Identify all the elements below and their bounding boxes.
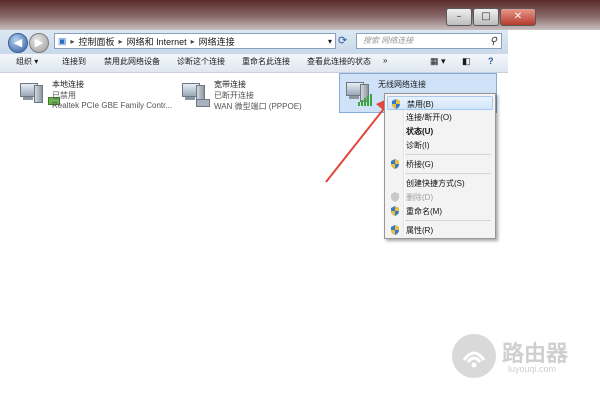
search-placeholder: 搜索 网络连接 bbox=[363, 36, 414, 45]
menu-item-label: 诊断(I) bbox=[406, 141, 430, 150]
connection-name: 本地连接 bbox=[52, 80, 84, 89]
connection-device: Realtek PCIe GBE Family Contr... bbox=[52, 101, 173, 110]
address-bar-area: ◀ ▶ ▣ ▸ 控制面板 ▸ 网络和 Internet ▸ 网络连接 ▾ ⟳ 搜… bbox=[0, 30, 508, 54]
breadcrumb-separator-icon: ▸ bbox=[190, 36, 195, 46]
router-logo-icon bbox=[452, 334, 496, 378]
menu-item-disable[interactable]: 禁用(B) bbox=[387, 96, 493, 110]
menu-item-label: 状态(U) bbox=[406, 127, 434, 136]
connection-device: WAN 微型端口 (PPPOE) bbox=[214, 102, 302, 111]
connection-name: 宽带连接 bbox=[214, 80, 246, 89]
connection-name: 无线网络连接 bbox=[378, 80, 426, 89]
menu-item-connect-disconnect[interactable]: 连接/断开(O) bbox=[387, 110, 493, 124]
menu-item-label: 删除(D) bbox=[406, 193, 434, 202]
connection-item-local[interactable]: 本地连接 已禁用 Realtek PCIe GBE Family Contr..… bbox=[18, 79, 178, 119]
connection-status: 已禁用 bbox=[52, 91, 76, 100]
menu-item-label: 属性(R) bbox=[406, 226, 434, 235]
toolbar-disable-device[interactable]: 禁用此网络设备 bbox=[104, 56, 160, 67]
menu-item-label: 禁用(B) bbox=[407, 100, 434, 109]
uac-shield-icon bbox=[391, 225, 399, 235]
close-button[interactable]: ✕ bbox=[500, 8, 536, 26]
breadcrumb-separator-icon: ▸ bbox=[118, 36, 123, 46]
back-button[interactable]: ◀ bbox=[8, 33, 28, 53]
menu-item-properties[interactable]: 属性(R) bbox=[387, 223, 493, 237]
menu-separator bbox=[405, 220, 491, 221]
uac-shield-icon bbox=[391, 206, 399, 216]
context-menu: 禁用(B) 连接/断开(O) 状态(U) 诊断(I) 桥接(G) 创建快捷方式(… bbox=[384, 93, 496, 239]
connection-status: 已断开连接 bbox=[214, 91, 254, 100]
view-options-icon[interactable]: ▦ ▾ bbox=[430, 56, 446, 67]
menu-item-create-shortcut[interactable]: 创建快捷方式(S) bbox=[387, 176, 493, 190]
breadcrumb-separator-icon: ▸ bbox=[70, 36, 75, 46]
toolbar-rename[interactable]: 重命名此连接 bbox=[242, 56, 290, 67]
computer-icon bbox=[18, 81, 44, 105]
control-panel-icon: ▣ bbox=[58, 35, 67, 46]
watermark: 路由器 luyouqi.com bbox=[452, 330, 592, 382]
menu-separator bbox=[405, 173, 491, 174]
breadcrumb-control-panel[interactable]: 控制面板 bbox=[79, 35, 115, 48]
toolbar-more[interactable]: » bbox=[383, 56, 387, 65]
modem-icon bbox=[196, 99, 210, 107]
menu-item-label: 创建快捷方式(S) bbox=[406, 179, 465, 188]
address-input[interactable]: ▣ ▸ 控制面板 ▸ 网络和 Internet ▸ 网络连接 ▾ bbox=[54, 33, 336, 49]
uac-shield-icon bbox=[391, 192, 399, 202]
window-controls: – □ ✕ bbox=[446, 8, 536, 26]
menu-separator bbox=[405, 154, 491, 155]
menu-item-label: 桥接(G) bbox=[406, 160, 434, 169]
toolbar-connect-to[interactable]: 连接到 bbox=[62, 56, 86, 67]
search-icon[interactable]: ⚲ bbox=[490, 35, 497, 49]
breadcrumb-network-internet[interactable]: 网络和 Internet bbox=[127, 35, 187, 48]
address-dropdown-icon[interactable]: ▾ bbox=[328, 37, 332, 46]
refresh-icon[interactable]: ⟳ bbox=[338, 34, 347, 47]
forward-button[interactable]: ▶ bbox=[29, 33, 49, 53]
menu-item-delete: 删除(D) bbox=[387, 190, 493, 204]
toolbar-view-status[interactable]: 查看此连接的状态 bbox=[307, 56, 371, 67]
connection-item-broadband[interactable]: 宽带连接 已断开连接 WAN 微型端口 (PPPOE) bbox=[180, 79, 330, 119]
menu-item-diagnose[interactable]: 诊断(I) bbox=[387, 138, 493, 152]
maximize-button[interactable]: □ bbox=[473, 8, 499, 26]
menu-item-label: 重命名(M) bbox=[406, 207, 442, 216]
toolbar-organize[interactable]: 组织 ▾ bbox=[16, 56, 38, 67]
preview-pane-icon[interactable]: ◧ bbox=[462, 56, 471, 67]
toolbar-diagnose[interactable]: 诊断这个连接 bbox=[177, 56, 225, 67]
search-input[interactable]: 搜索 网络连接 ⚲ bbox=[356, 33, 502, 49]
uac-shield-icon bbox=[392, 99, 400, 109]
uac-shield-icon bbox=[391, 159, 399, 169]
minimize-button[interactable]: – bbox=[446, 8, 472, 26]
menu-item-rename[interactable]: 重命名(M) bbox=[387, 204, 493, 218]
breadcrumb-network-connections[interactable]: 网络连接 bbox=[199, 35, 235, 48]
watermark-url: luyouqi.com bbox=[508, 364, 557, 374]
help-icon[interactable]: ? bbox=[488, 56, 494, 66]
menu-item-status[interactable]: 状态(U) bbox=[387, 124, 493, 138]
menu-item-bridge[interactable]: 桥接(G) bbox=[387, 157, 493, 171]
menu-item-label: 连接/断开(O) bbox=[406, 113, 452, 122]
command-toolbar: 组织 ▾ 连接到 禁用此网络设备 诊断这个连接 重命名此连接 查看此连接的状态 … bbox=[0, 54, 508, 73]
